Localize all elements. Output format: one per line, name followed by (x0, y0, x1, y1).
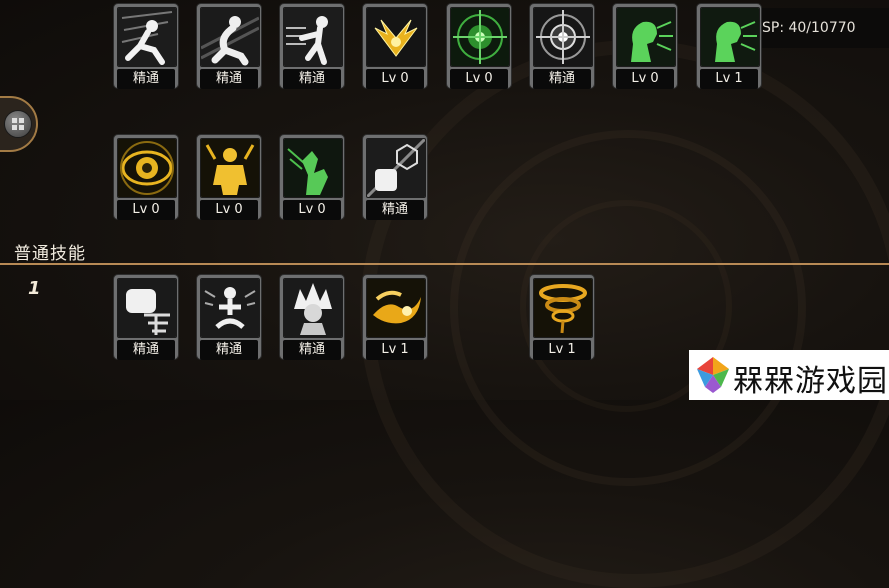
skill-level-label: 精通 (117, 69, 175, 89)
skill-level-label: 精通 (200, 69, 258, 89)
skill-level-label: 精通 (283, 69, 341, 89)
skill-slot[interactable]: Lv 1 (362, 274, 428, 360)
spiky-hair-icon (283, 278, 343, 338)
skill-level-label: Lv 0 (283, 200, 341, 220)
green-hand-icon (283, 138, 343, 198)
watermark-text: 槑槑游戏园 (733, 364, 888, 399)
skill-slot[interactable]: 精通 (113, 3, 179, 89)
skill-level-label: 精通 (366, 200, 424, 220)
skill-slot[interactable]: Lv 0 (612, 3, 678, 89)
golden-eye-icon (117, 138, 177, 198)
side-menu-tab[interactable] (0, 96, 38, 152)
skill-slot[interactable]: Lv 1 (529, 274, 595, 360)
golden-wings-icon (366, 7, 426, 67)
skill-slot[interactable]: 精通 (279, 3, 345, 89)
crouch-grapple-icon (200, 7, 260, 67)
skill-level-label: 精通 (117, 340, 175, 360)
skill-level-label: Lv 1 (533, 340, 591, 360)
skill-level-label: Lv 0 (366, 69, 424, 89)
golden-flame-icon (366, 278, 426, 338)
skill-level-label: Lv 0 (616, 69, 674, 89)
meditation-icon (200, 278, 260, 338)
required-level-label: 1 (28, 278, 41, 299)
skill-level-label: Lv 0 (450, 69, 508, 89)
skill-slot[interactable]: Lv 0 (113, 134, 179, 220)
sp-counter: SP: 40/10770 (744, 8, 889, 48)
skill-slot[interactable]: 精通 (196, 3, 262, 89)
skill-slot[interactable]: Lv 1 (696, 3, 762, 89)
skill-level-label: Lv 0 (117, 200, 175, 220)
skill-slot[interactable]: 精通 (196, 274, 262, 360)
grid-menu-icon[interactable] (4, 110, 32, 138)
skill-level-label: Lv 1 (366, 340, 424, 360)
skill-slot[interactable]: Lv 0 (196, 134, 262, 220)
skill-level-label: 精通 (533, 69, 591, 89)
skill-level-label: 精通 (200, 340, 258, 360)
diamond-logo-icon (697, 357, 729, 397)
golden-tornado-icon (533, 278, 593, 338)
skill-slot[interactable]: 精通 (362, 134, 428, 220)
skill-slot[interactable]: Lv 0 (446, 3, 512, 89)
skill-level-label: Lv 1 (700, 69, 758, 89)
skill-slot[interactable]: Lv 0 (362, 3, 428, 89)
skill-level-label: Lv 0 (200, 200, 258, 220)
burst-fist-icon (117, 278, 177, 338)
skill-slot[interactable]: 精通 (113, 274, 179, 360)
watermark-badge: 槑槑游戏园 (689, 350, 889, 400)
white-target-icon (533, 7, 593, 67)
skill-slot[interactable]: 精通 (279, 274, 345, 360)
green-roar-icon (616, 7, 676, 67)
skill-slot[interactable]: 精通 (529, 3, 595, 89)
skill-slot[interactable]: Lv 0 (279, 134, 345, 220)
section-title: 普通技能 (14, 244, 86, 264)
dash-kick-icon (117, 7, 177, 67)
green-target-icon (450, 7, 510, 67)
golden-fighter-icon (200, 138, 260, 198)
fist-emblem-icon (366, 138, 426, 198)
green-roar-icon (700, 7, 760, 67)
section-divider (0, 263, 889, 265)
palm-strike-icon (283, 7, 343, 67)
skill-level-label: 精通 (283, 340, 341, 360)
